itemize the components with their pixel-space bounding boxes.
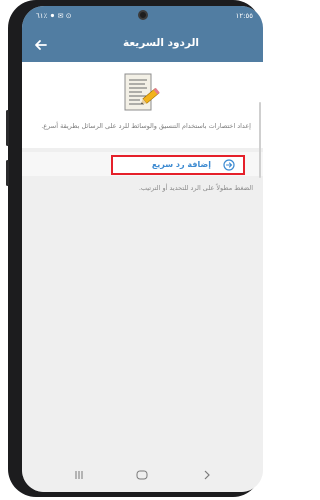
home-icon[interactable]: [136, 470, 148, 480]
page-title: الردود السريعة: [122, 37, 199, 49]
status-icons: ٦١٪ ⚫ ✉ ⊙: [36, 12, 72, 20]
add-quick-reply-button[interactable]: إضافة رد سريع: [111, 155, 245, 175]
screen: ١٢:٥٥ ٦١٪ ⚫ ✉ ⊙ الردود السريعة إعداد اخت…: [22, 6, 263, 492]
back-arrow-icon[interactable]: [32, 36, 50, 54]
quick-reply-icon: [223, 159, 235, 171]
recent-apps-icon[interactable]: [74, 470, 84, 480]
status-time: ١٢:٥٥: [235, 12, 253, 20]
power-button: [6, 160, 9, 186]
app-bar: الردود السريعة: [22, 28, 263, 62]
intro-card: إعداد اختصارات باستخدام التنسيق والوسائط…: [22, 62, 263, 148]
phone-frame: ١٢:٥٥ ٦١٪ ⚫ ✉ ⊙ الردود السريعة إعداد اخت…: [6, 0, 263, 497]
back-nav-icon[interactable]: [202, 470, 212, 480]
status-bar: ١٢:٥٥ ٦١٪ ⚫ ✉ ⊙: [22, 6, 263, 28]
front-camera: [138, 10, 148, 20]
document-pencil-icon: [124, 73, 160, 111]
volume-button: [6, 110, 9, 146]
scrollbar[interactable]: [259, 102, 261, 178]
system-navigation-bar: [22, 462, 263, 492]
intro-description: إعداد اختصارات باستخدام التنسيق والوسائط…: [41, 122, 251, 130]
main-content: إعداد اختصارات باستخدام التنسيق والوسائط…: [22, 62, 263, 462]
hint-text: الضغط مطولاً على الرد للتحديد أو الترتيب…: [138, 184, 253, 192]
add-quick-reply-label: إضافة رد سريع: [151, 160, 211, 169]
